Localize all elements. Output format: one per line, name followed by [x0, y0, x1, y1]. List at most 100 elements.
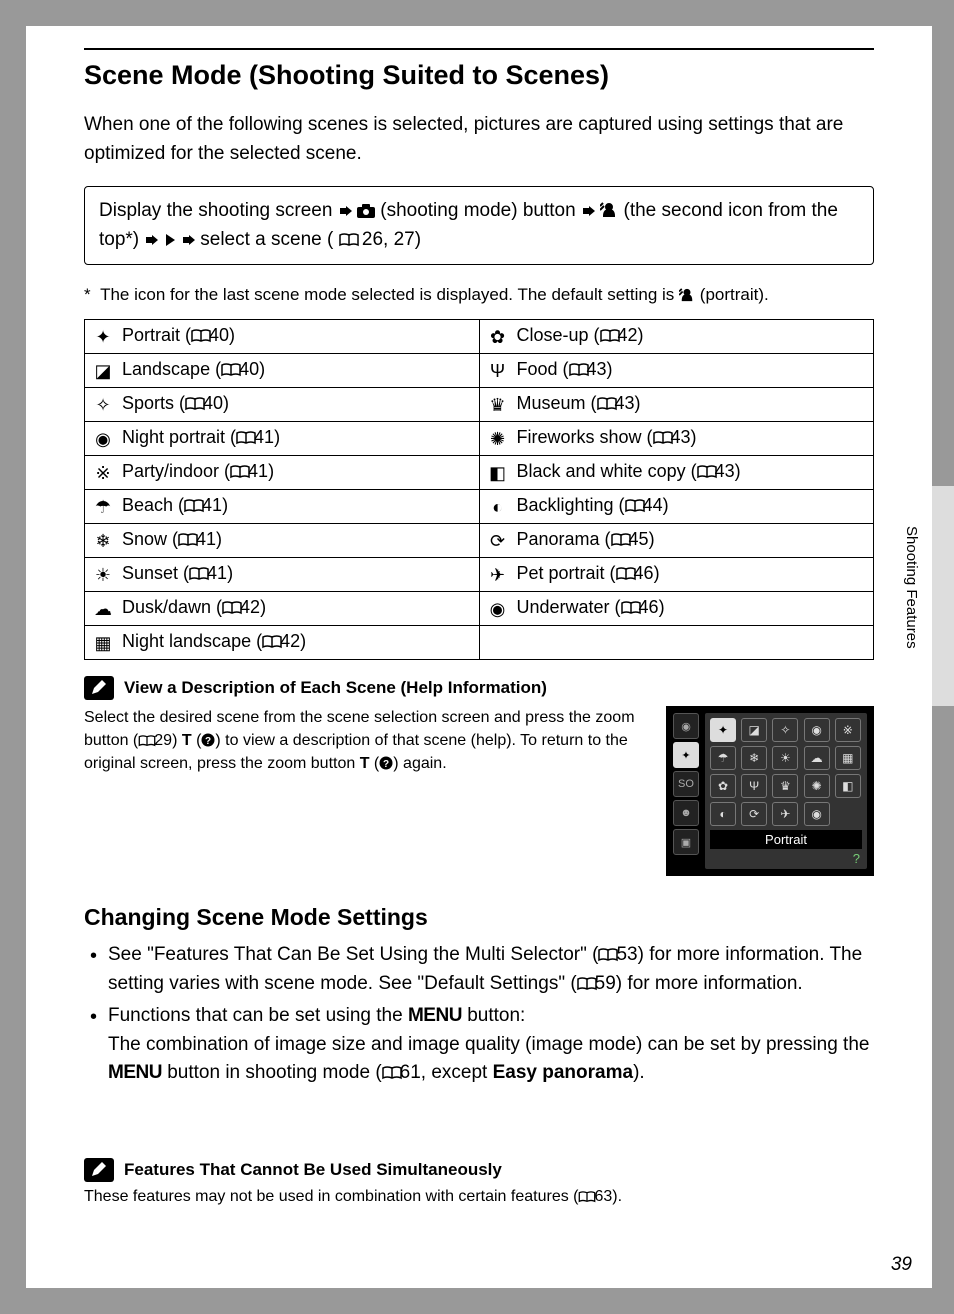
svg-text:?: ?: [383, 759, 389, 770]
book-icon: [597, 397, 617, 411]
portrait-scene-icon: [679, 288, 695, 302]
scene-icon: ☁: [93, 599, 113, 620]
book-icon: [184, 499, 204, 513]
arrow-icon: [581, 204, 595, 218]
instruction-box: Display the shooting screen (shooting mo…: [84, 186, 874, 265]
book-icon: [625, 499, 645, 513]
scene-cell: ✺ Fireworks show (43): [479, 422, 874, 456]
scene-icon: ▦: [93, 633, 113, 654]
grid-icon: ✺: [804, 774, 830, 798]
grid-icon: ◉: [804, 718, 830, 742]
help-text: Select the desired scene from the scene …: [84, 706, 652, 876]
scene-icon: ♛: [488, 395, 508, 416]
help-q-icon: ?: [201, 733, 215, 747]
book-icon: [230, 465, 250, 479]
camera-icon: [357, 204, 375, 218]
diagram-help-icon: ?: [710, 849, 862, 866]
grid-icon: ◉: [804, 802, 830, 826]
book-icon: [382, 1066, 402, 1080]
grid-icon: ◪: [741, 718, 767, 742]
scene-cell: ※ Party/indoor (41): [85, 456, 480, 490]
scene-icon: ✈: [488, 565, 508, 586]
scene-icon: Ψ: [488, 361, 508, 382]
grid-icon: ◧: [835, 774, 861, 798]
section-label: Shooting Features: [903, 526, 920, 649]
scene-cell: ⟳ Panorama (45): [479, 524, 874, 558]
grid-icon: ☀: [772, 746, 798, 770]
pencil-note-icon: [84, 1158, 114, 1182]
scene-cell: [479, 626, 874, 660]
instr-text-1: Display the shooting screen: [99, 200, 338, 221]
pencil-note-icon: [84, 676, 114, 700]
grid-icon: ✈: [772, 802, 798, 826]
footnote-text: The icon for the last scene mode selecte…: [100, 285, 679, 304]
grid-icon: ▦: [835, 746, 861, 770]
scene-cell: ◪ Landscape (40): [85, 354, 480, 388]
book-icon: [569, 363, 589, 377]
book-icon: [221, 363, 241, 377]
scene-cell: ✈ Pet portrait (46): [479, 558, 874, 592]
grid-icon: ✿: [710, 774, 736, 798]
book-icon: [222, 601, 242, 615]
grid-icon: ⟳: [741, 802, 767, 826]
note2-title: Features That Cannot Be Used Simultaneou…: [124, 1160, 502, 1180]
book-icon: [697, 465, 717, 479]
book-icon: [339, 233, 359, 247]
mode-icon: ▣: [673, 829, 699, 855]
bullet-item: Functions that can be set using the MENU…: [108, 1002, 874, 1088]
right-triangle-icon: [164, 233, 176, 247]
scene-icon: ☂: [93, 497, 113, 518]
grid-icon: ◐: [710, 802, 736, 826]
scene-cell: ☁ Dusk/dawn (42): [85, 592, 480, 626]
book-icon: [577, 977, 597, 991]
scene-icon: ☀: [93, 565, 113, 586]
book-icon: [236, 431, 256, 445]
scene-icon: ✺: [488, 429, 508, 450]
scene-icon: ※: [93, 463, 113, 484]
mode-icon-selected: ✦: [673, 742, 699, 768]
footnote: * The icon for the last scene mode selec…: [84, 285, 874, 305]
grid-icon: ✧: [772, 718, 798, 742]
portrait-scene-icon: [600, 202, 618, 218]
menu-button-label: MENU: [108, 1062, 162, 1083]
page-number: 39: [891, 1254, 912, 1276]
page-title: Scene Mode (Shooting Suited to Scenes): [84, 60, 874, 91]
book-icon: [600, 329, 620, 343]
scene-cell: ◉ Night portrait (41): [85, 422, 480, 456]
footnote-asterisk: *: [84, 285, 91, 304]
bullet-item: See "Features That Can Be Set Using the …: [108, 941, 874, 998]
grid-icon: ♛: [772, 774, 798, 798]
scene-selection-diagram: ◉ ✦ SO ☻ ▣ ✦◪✧◉※ ☂❄☀☁▦ ✿Ψ♛✺◧ ◐⟳✈◉ Portra…: [666, 706, 874, 876]
scene-table: ✦ Portrait (40)✿ Close-up (42)◪ Landscap…: [84, 319, 874, 660]
grid-icon: ❄: [741, 746, 767, 770]
mode-icon: SO: [673, 771, 699, 797]
grid-icon: ☂: [710, 746, 736, 770]
diagram-label: Portrait: [710, 830, 862, 849]
scene-icon: ◪: [93, 361, 113, 382]
menu-button-label: MENU: [408, 1005, 462, 1026]
book-icon: [653, 431, 673, 445]
scene-cell: ☀ Sunset (41): [85, 558, 480, 592]
grid-icon: ※: [835, 718, 861, 742]
arrow-icon: [338, 204, 352, 218]
subheading: Changing Scene Mode Settings: [84, 904, 874, 931]
instr-text-5: 26, 27): [362, 229, 421, 250]
intro-text: When one of the following scenes is sele…: [84, 111, 874, 168]
scene-cell: ❄ Snow (41): [85, 524, 480, 558]
book-icon: [621, 601, 641, 615]
scene-icon: ◧: [488, 463, 508, 484]
heading-rule: [84, 48, 874, 50]
svg-text:?: ?: [205, 736, 211, 747]
help-q-icon: ?: [379, 756, 393, 770]
scene-cell: ✦ Portrait (40): [85, 320, 480, 354]
bullet-list: See "Features That Can Be Set Using the …: [84, 941, 874, 1088]
scene-icon: ⟳: [488, 531, 508, 552]
book-icon: [191, 329, 211, 343]
grid-icon: ☁: [804, 746, 830, 770]
arrow-icon: [181, 233, 195, 247]
footnote-suffix: (portrait).: [700, 285, 769, 304]
scene-cell: Ψ Food (43): [479, 354, 874, 388]
instr-text-4: select a scene (: [200, 229, 333, 250]
scene-cell: ☂ Beach (41): [85, 490, 480, 524]
scene-icon: ✧: [93, 395, 113, 416]
